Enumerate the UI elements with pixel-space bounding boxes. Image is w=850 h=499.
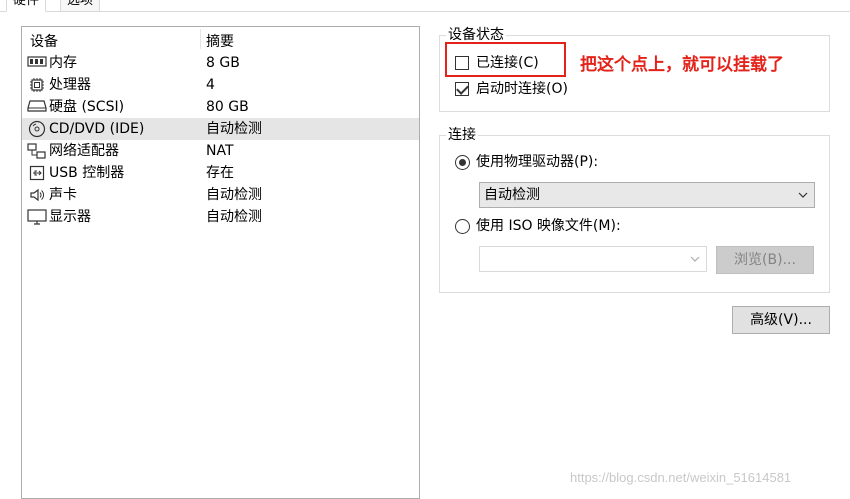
device-summary: 80 GB bbox=[206, 99, 249, 115]
device-row-memory[interactable]: 内存 8 GB bbox=[22, 52, 419, 74]
tab-options[interactable]: 选项 bbox=[60, 0, 101, 12]
device-row-cd-dvd[interactable]: CD/DVD (IDE) 自动检测 bbox=[22, 118, 419, 140]
device-name: 声卡 bbox=[49, 187, 77, 203]
processor-icon bbox=[27, 77, 47, 93]
tab-hardware[interactable]: 硬件 bbox=[6, 0, 47, 12]
physical-drive-radio-row[interactable]: 使用物理驱动器(P): bbox=[455, 152, 615, 172]
device-summary: 存在 bbox=[206, 165, 234, 181]
connect-at-power-on-label[interactable]: 启动时连接(O) bbox=[476, 79, 568, 99]
physical-drive-select-value: 自动检测 bbox=[484, 187, 540, 203]
annotation-text: 把这个点上，就可以挂载了 bbox=[580, 55, 784, 75]
usb-icon bbox=[27, 165, 47, 181]
chevron-down-icon bbox=[798, 192, 808, 198]
device-summary: 自动检测 bbox=[206, 209, 262, 225]
iso-image-radio-row[interactable]: 使用 ISO 映像文件(M): bbox=[455, 216, 635, 236]
device-name: 内存 bbox=[49, 55, 77, 71]
device-summary: 自动检测 bbox=[206, 121, 262, 137]
physical-drive-label[interactable]: 使用物理驱动器(P): bbox=[476, 152, 598, 172]
physical-drive-select[interactable]: 自动检测 bbox=[479, 182, 815, 208]
memory-icon bbox=[27, 55, 47, 71]
watermark: https://blog.csdn.net/weixin_51614581 bbox=[570, 470, 792, 485]
device-name: 网络适配器 bbox=[49, 143, 119, 159]
cd-dvd-icon bbox=[27, 120, 47, 138]
connection-title: 连接 bbox=[446, 126, 478, 144]
chevron-down-icon bbox=[690, 256, 700, 262]
iso-image-radio[interactable] bbox=[455, 219, 470, 234]
device-summary: NAT bbox=[206, 143, 234, 159]
device-row-display[interactable]: 显示器 自动检测 bbox=[22, 206, 419, 228]
iso-image-label[interactable]: 使用 ISO 映像文件(M): bbox=[476, 216, 621, 236]
sound-icon bbox=[27, 187, 47, 203]
device-name: 处理器 bbox=[49, 77, 91, 93]
network-adapter-icon bbox=[27, 143, 47, 159]
column-header-device[interactable]: 设备 bbox=[30, 31, 58, 51]
device-row-harddisk[interactable]: 硬盘 (SCSI) 80 GB bbox=[22, 96, 419, 118]
vm-settings-dialog: 硬件 选项 设备 摘要 内存 8 GB 处理器 4 硬盘 (SCSI) 80 G bbox=[0, 0, 850, 499]
device-list: 设备 摘要 内存 8 GB 处理器 4 硬盘 (SCSI) 80 GB CD/D… bbox=[21, 26, 420, 499]
annotation-highlight-box bbox=[445, 42, 566, 77]
device-row-usb[interactable]: USB 控制器 存在 bbox=[22, 162, 419, 184]
display-icon bbox=[27, 209, 47, 225]
device-row-sound[interactable]: 声卡 自动检测 bbox=[22, 184, 419, 206]
connect-at-power-on-row[interactable]: 启动时连接(O) bbox=[455, 79, 595, 99]
connect-at-power-on-checkbox[interactable] bbox=[455, 82, 469, 96]
advanced-button[interactable]: 高级(V)... bbox=[732, 306, 830, 334]
device-row-processor[interactable]: 处理器 4 bbox=[22, 74, 419, 96]
device-name: 显示器 bbox=[49, 209, 91, 225]
tab-bar: 硬件 选项 bbox=[0, 0, 850, 12]
device-summary: 自动检测 bbox=[206, 187, 262, 203]
device-name: USB 控制器 bbox=[49, 165, 125, 181]
physical-drive-radio[interactable] bbox=[455, 155, 470, 170]
iso-image-path-combo[interactable] bbox=[479, 246, 707, 272]
browse-button[interactable]: 浏览(B)... bbox=[716, 246, 814, 274]
column-divider bbox=[200, 29, 201, 49]
column-header-summary[interactable]: 摘要 bbox=[206, 31, 234, 51]
device-summary: 4 bbox=[206, 77, 215, 93]
device-row-network-adapter[interactable]: 网络适配器 NAT bbox=[22, 140, 419, 162]
device-name: CD/DVD (IDE) bbox=[49, 121, 145, 137]
harddisk-icon bbox=[27, 99, 47, 115]
device-name: 硬盘 (SCSI) bbox=[49, 99, 125, 115]
device-summary: 8 GB bbox=[206, 55, 240, 71]
